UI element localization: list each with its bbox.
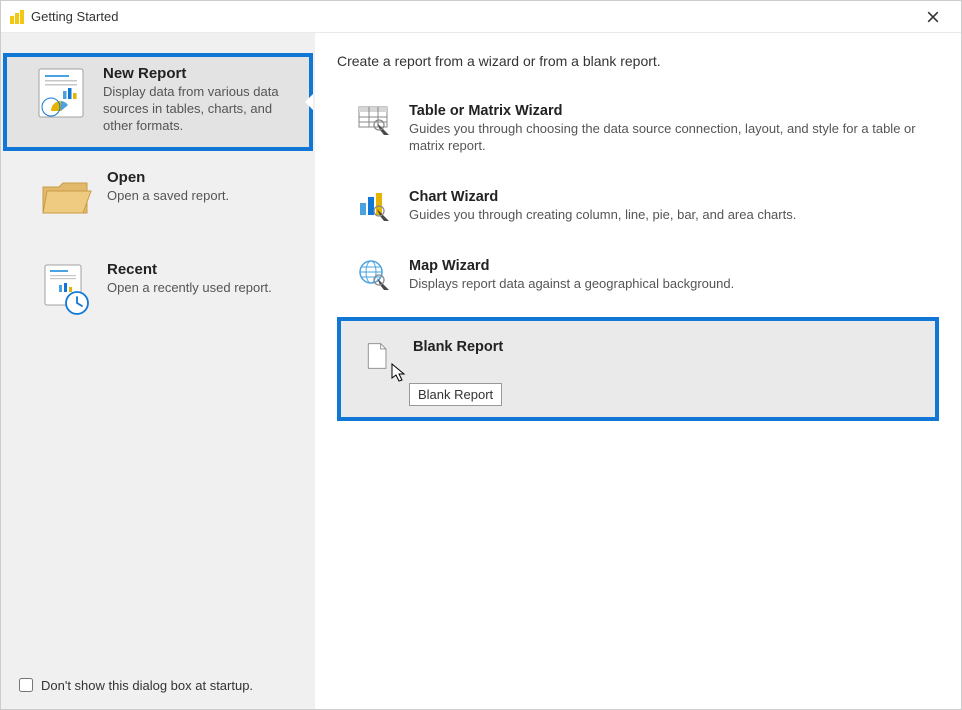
option-desc: Guides you through creating column, line… — [409, 207, 796, 224]
option-chart-wizard[interactable]: Chart Wizard Guides you through creating… — [337, 179, 939, 234]
option-text: Blank Report — [413, 339, 503, 357]
window-title: Getting Started — [31, 9, 913, 24]
getting-started-window: Getting Started — [0, 0, 962, 710]
option-blank-report[interactable]: Blank Report Blank Report — [337, 317, 939, 421]
option-desc: Displays report data against a geographi… — [409, 276, 734, 293]
option-table-matrix-wizard[interactable]: Table or Matrix Wizard Guides you throug… — [337, 93, 939, 165]
main-panel: Create a report from a wizard or from a … — [315, 33, 961, 709]
option-text: Chart Wizard Guides you through creating… — [409, 189, 796, 224]
main-heading: Create a report from a wizard or from a … — [337, 53, 939, 69]
sidebar-item-desc: Open a saved report. — [107, 188, 229, 205]
option-title: Map Wizard — [409, 258, 734, 274]
sidebar-footer: Don't show this dialog box at startup. — [1, 661, 315, 709]
sidebar-item-text: Recent Open a recently used report. — [107, 261, 272, 297]
recent-icon — [37, 261, 93, 317]
app-icon — [9, 9, 25, 25]
option-desc: Guides you through choosing the data sou… — [409, 121, 927, 155]
sidebar-item-recent[interactable]: Recent Open a recently used report. — [7, 249, 309, 333]
option-title: Table or Matrix Wizard — [409, 103, 927, 119]
option-map-wizard[interactable]: Map Wizard Displays report data against … — [337, 248, 939, 303]
option-title: Chart Wizard — [409, 189, 796, 205]
sidebar-item-desc: Display data from various data sources i… — [103, 84, 297, 135]
chart-wizard-icon — [357, 189, 391, 223]
table-wizard-icon — [357, 103, 391, 137]
sidebar-item-title: Recent — [107, 261, 272, 278]
titlebar: Getting Started — [1, 1, 961, 33]
sidebar-item-text: Open Open a saved report. — [107, 169, 229, 205]
option-text: Table or Matrix Wizard Guides you throug… — [409, 103, 927, 155]
sidebar-item-text: New Report Display data from various dat… — [103, 65, 297, 135]
sidebar: New Report Display data from various dat… — [1, 33, 315, 709]
open-folder-icon — [37, 169, 93, 225]
content-area: New Report Display data from various dat… — [1, 33, 961, 709]
blank-report-icon — [361, 339, 395, 373]
sidebar-item-title: New Report — [103, 65, 297, 82]
option-text: Map Wizard Displays report data against … — [409, 258, 734, 293]
sidebar-item-new-report[interactable]: New Report Display data from various dat… — [3, 53, 313, 151]
blank-report-tooltip: Blank Report — [409, 383, 502, 406]
sidebar-item-desc: Open a recently used report. — [107, 280, 272, 297]
map-wizard-icon — [357, 258, 391, 292]
sidebar-item-title: Open — [107, 169, 229, 186]
sidebar-item-open[interactable]: Open Open a saved report. — [7, 157, 309, 241]
dont-show-label: Don't show this dialog box at startup. — [41, 678, 253, 693]
dont-show-checkbox[interactable] — [19, 678, 33, 692]
close-button[interactable] — [913, 1, 953, 33]
new-report-icon — [33, 65, 89, 121]
option-title: Blank Report — [413, 339, 503, 355]
